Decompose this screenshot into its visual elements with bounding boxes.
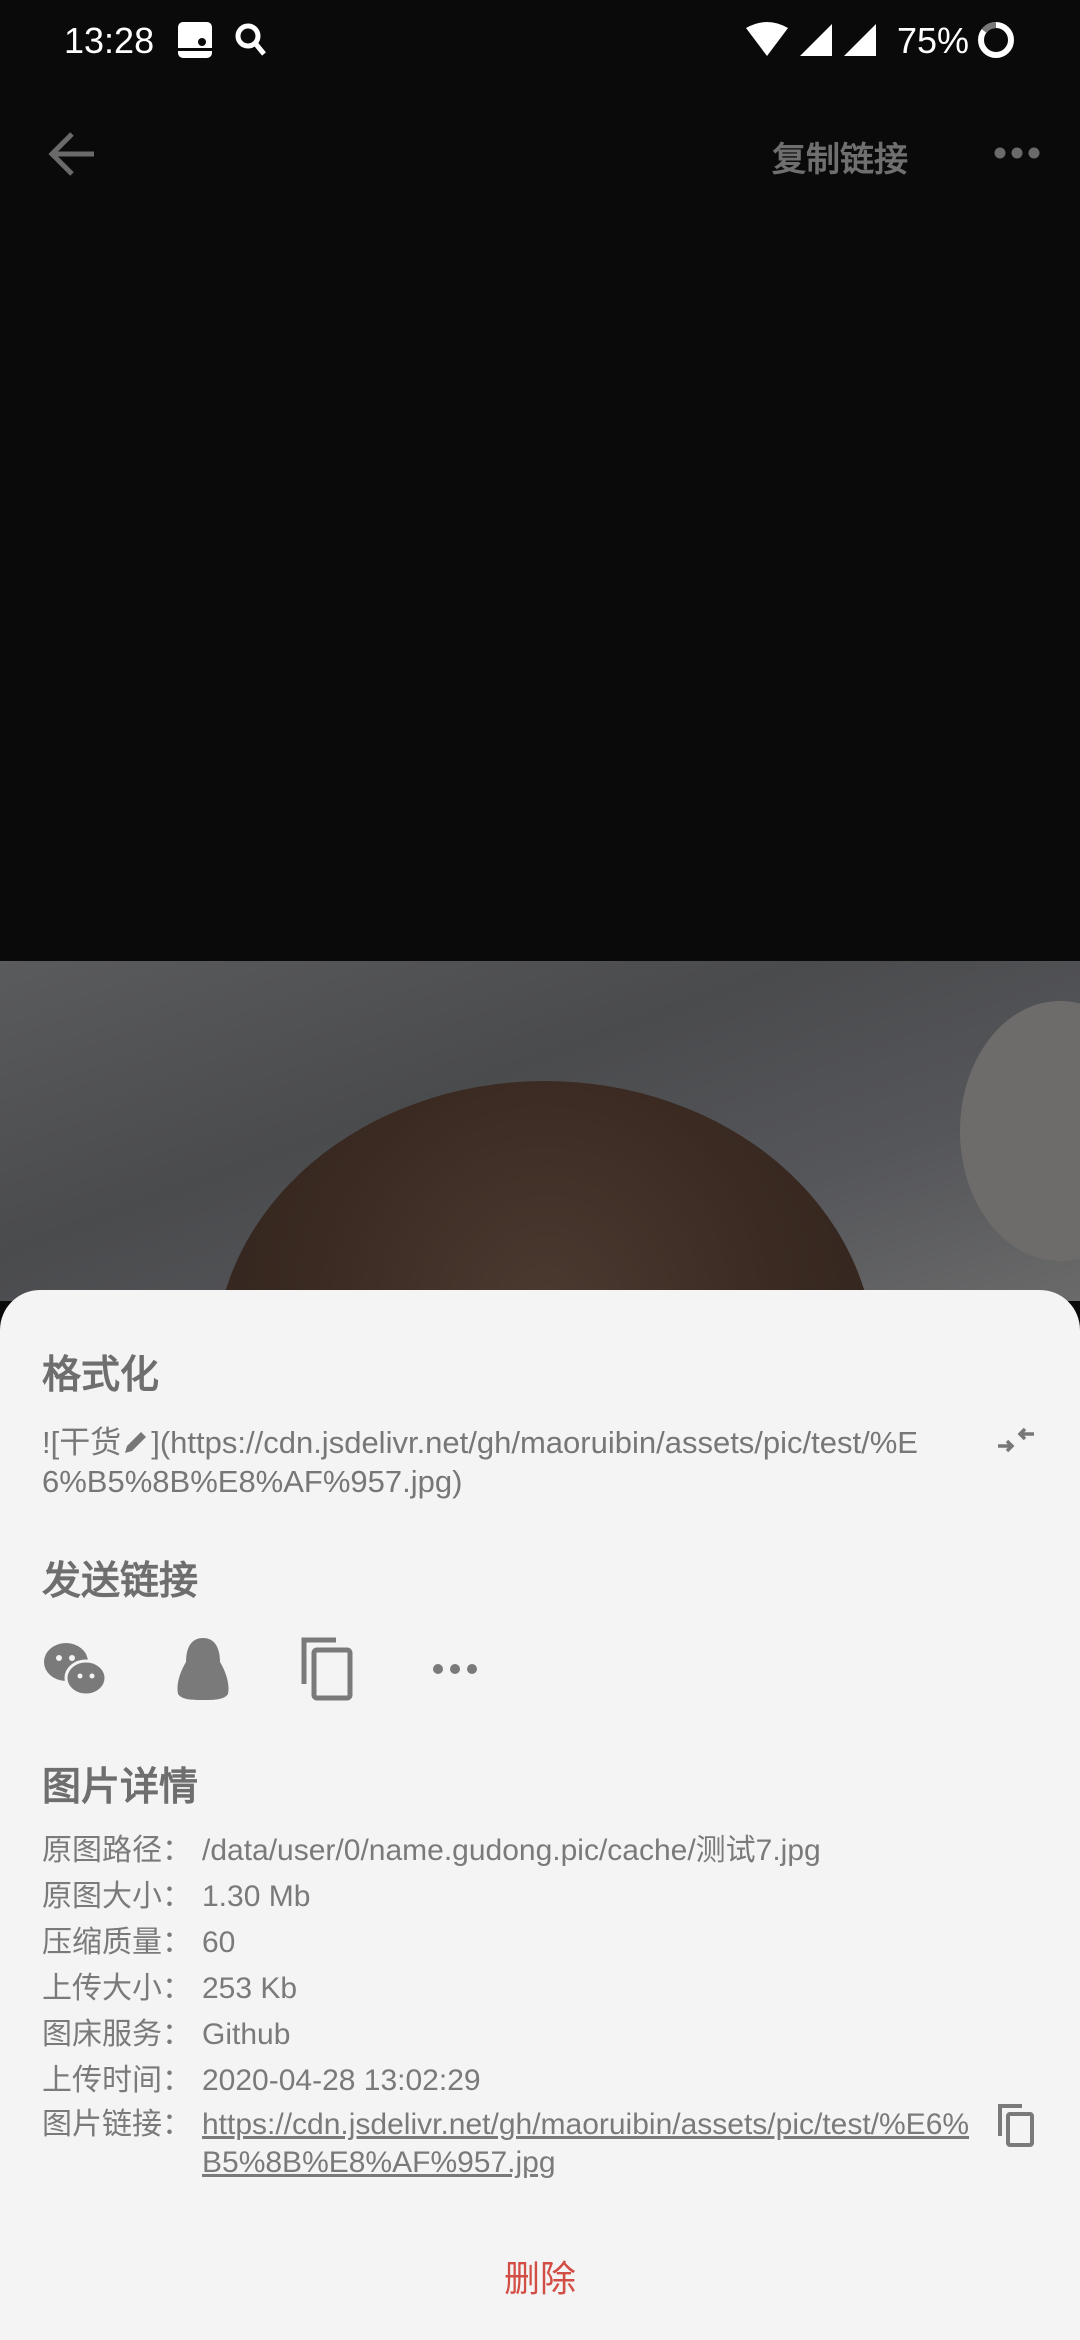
format-text-suffix: ](https://cdn.jsdelivr.net/gh/maoruibin/… — [42, 1425, 918, 1499]
copy-link-share-icon[interactable] — [296, 1634, 366, 1704]
format-heading: 格式化 — [42, 1354, 160, 1397]
qq-share-icon[interactable] — [168, 1634, 238, 1704]
photo-subject — [215, 1081, 875, 1301]
detail-row-upload-time: 上传时间： 2020-04-28 13:02:29 — [42, 2062, 1022, 2100]
wifi-icon — [746, 22, 788, 56]
image-preview[interactable] — [0, 961, 1080, 1301]
detail-value: Github — [202, 2018, 291, 2051]
more-share-icon[interactable] — [420, 1634, 490, 1704]
status-time: 13:28 — [64, 20, 155, 61]
detail-row-original-path: 原图路径： /data/user/0/name.gudong.pic/cache/… — [42, 1832, 1022, 1870]
photo-plate — [960, 1001, 1080, 1261]
signal-icon — [800, 24, 832, 56]
more-options-icon[interactable] — [992, 128, 1042, 178]
copy-link-button[interactable]: 复制链接 — [772, 132, 908, 181]
detail-value: 60 — [202, 1926, 236, 1959]
format-text[interactable]: ![干货](https://cdn.jsdelivr.net/gh/maorui… — [42, 1423, 962, 1501]
battery-percent: 75% — [897, 20, 970, 61]
detail-label: 图床服务： — [42, 2018, 192, 2051]
detail-row-quality: 压缩质量： 60 — [42, 1924, 1022, 1962]
copy-icon[interactable] — [996, 2102, 1036, 2148]
detail-label: 图片链接： — [42, 2108, 192, 2141]
pencil-icon — [125, 1432, 147, 1453]
detail-row-upload-size: 上传大小： 253 Kb — [42, 1970, 1022, 2008]
signal-icon-2 — [844, 24, 876, 56]
back-arrow-icon[interactable] — [44, 126, 104, 182]
detail-label: 原图大小： — [42, 1880, 192, 1913]
toolbar: 复制链接 — [0, 110, 1080, 196]
detail-label: 原图路径： — [42, 1834, 192, 1867]
search-notification-icon — [235, 23, 266, 56]
format-text-prefix: ![干货 — [42, 1425, 122, 1460]
detail-value: 2020-04-28 13:02:29 — [202, 2064, 481, 2097]
switch-format-icon[interactable] — [996, 1420, 1036, 1460]
detail-label: 上传时间： — [42, 2064, 192, 2097]
details-heading: 图片详情 — [42, 1766, 199, 1809]
detail-label: 上传大小： — [42, 1972, 192, 2005]
detail-label: 压缩质量： — [42, 1926, 192, 1959]
status-bar: 13:28 75% — [0, 0, 1080, 80]
detail-value: /data/user/0/name.gudong.pic/cache/测试7.j… — [202, 1834, 821, 1867]
bottom-sheet: 格式化 ![干货](https://cdn.jsdelivr.net/gh/ma… — [0, 1290, 1080, 2340]
detail-value: 1.30 Mb — [202, 1880, 311, 1913]
battery-icon — [978, 22, 1014, 58]
detail-value: 253 Kb — [202, 1972, 298, 2005]
wechat-share-icon[interactable] — [40, 1634, 110, 1704]
detail-row-service: 图床服务： Github — [42, 2016, 1022, 2054]
detail-row-image-link: 图片链接： https://cdn.jsdelivr.net/gh/maoruib… — [42, 2106, 982, 2182]
notification-app-icon — [178, 22, 212, 58]
delete-button[interactable]: 删除 — [0, 2250, 1080, 2302]
image-link[interactable]: https://cdn.jsdelivr.net/gh/maoruibin/as… — [202, 2108, 969, 2179]
share-heading: 发送链接 — [42, 1560, 199, 1603]
detail-row-original-size: 原图大小： 1.30 Mb — [42, 1878, 1022, 1916]
